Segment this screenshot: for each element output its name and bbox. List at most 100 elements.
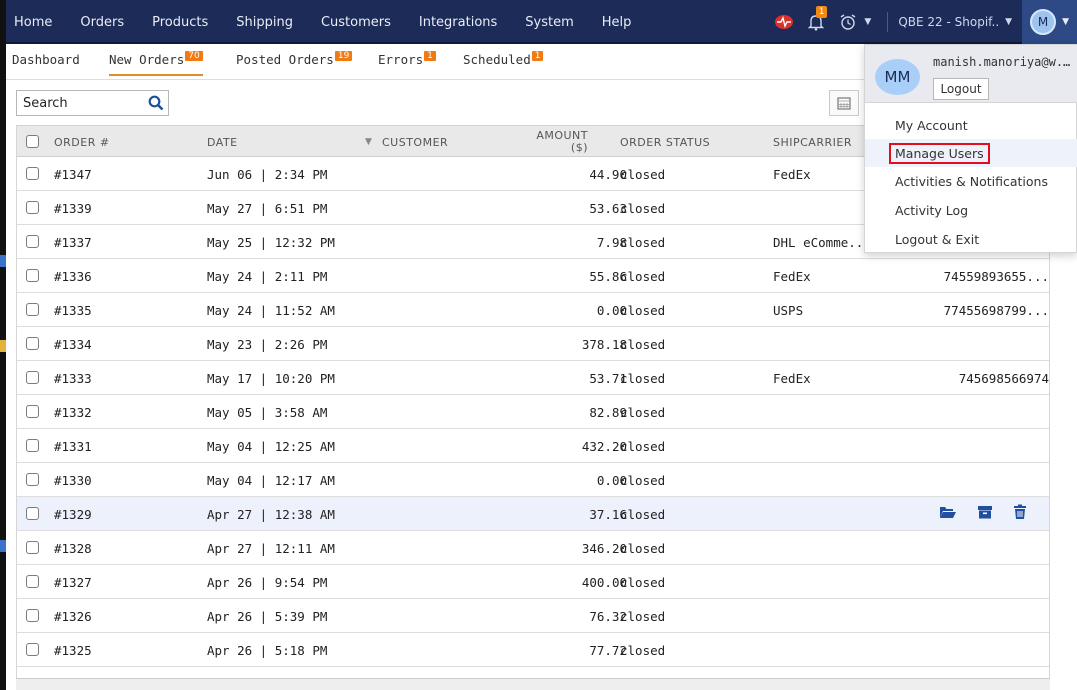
row-checkbox[interactable] bbox=[26, 303, 39, 316]
table-row[interactable]: #1334 May 23 | 2:26 PM 378.18 closed bbox=[17, 327, 1049, 361]
order-date: Jun 06 | 2:34 PM bbox=[207, 166, 328, 182]
menu-item-logout-exit[interactable]: Logout & Exit bbox=[865, 225, 1077, 253]
order-number[interactable]: #1337 bbox=[54, 225, 92, 259]
nav-customers[interactable]: Customers bbox=[307, 15, 405, 30]
order-number[interactable]: #1331 bbox=[54, 429, 92, 463]
calendar-button[interactable] bbox=[829, 90, 859, 116]
avatar: MM bbox=[875, 59, 920, 95]
row-checkbox[interactable] bbox=[26, 269, 39, 282]
row-checkbox[interactable] bbox=[26, 337, 39, 350]
table-row[interactable]: #1336 May 24 | 2:11 PM 55.86 closed FedEx 745… bbox=[17, 259, 1049, 293]
table-row[interactable]: #1328 Apr 27 | 12:11 AM 346.20 closed bbox=[17, 531, 1049, 565]
table-row[interactable]: #1327 Apr 26 | 9:54 PM 400.00 closed bbox=[17, 565, 1049, 599]
table-row[interactable]: #1335 May 24 | 11:52 AM 0.00 closed USPS 7745… bbox=[17, 293, 1049, 327]
table-row[interactable]: #1330 May 04 | 12:17 AM 0.00 closed bbox=[17, 463, 1049, 497]
menu-item-manage-users[interactable]: Manage Users bbox=[865, 139, 1077, 167]
order-status: closed bbox=[620, 438, 666, 454]
table-row[interactable]: #1326 Apr 26 | 5:39 PM 76.32 closed bbox=[17, 599, 1049, 633]
order-number[interactable]: #1328 bbox=[54, 531, 92, 565]
order-status: closed bbox=[620, 506, 666, 522]
store-selector[interactable]: QBE 22 - Shopif.. ▼ bbox=[898, 15, 1012, 29]
order-amount: 44.90 bbox=[589, 166, 627, 182]
col-customer[interactable]: CUSTOMER bbox=[382, 126, 448, 158]
col-order-status[interactable]: ORDER STATUS bbox=[620, 126, 710, 158]
tab-dashboard[interactable]: Dashboard bbox=[12, 52, 80, 76]
archive-icon[interactable] bbox=[977, 504, 993, 523]
row-checkbox[interactable] bbox=[26, 201, 39, 214]
ship-carrier: USPS bbox=[773, 302, 804, 318]
order-status: closed bbox=[620, 234, 666, 250]
order-number[interactable]: #1327 bbox=[54, 565, 92, 599]
bell-icon[interactable]: 1 bbox=[803, 6, 829, 35]
order-number[interactable]: #1339 bbox=[54, 191, 92, 225]
row-checkbox[interactable] bbox=[26, 405, 39, 418]
row-checkbox[interactable] bbox=[26, 507, 39, 520]
alarm-clock-icon[interactable] bbox=[835, 9, 861, 35]
nav-shipping[interactable]: Shipping bbox=[222, 15, 307, 30]
order-date: May 24 | 11:52 AM bbox=[207, 302, 335, 318]
tab-scheduled[interactable]: Scheduled 1 bbox=[463, 51, 544, 76]
user-info-header: MM manish.manoriya@w... Logout bbox=[865, 45, 1077, 103]
order-number[interactable]: #1330 bbox=[54, 463, 92, 497]
folder-open-icon[interactable] bbox=[939, 504, 957, 523]
tracking-number: 74559893655... bbox=[943, 268, 1049, 284]
search-icon[interactable] bbox=[148, 95, 164, 114]
tab-label: Posted Orders bbox=[236, 52, 334, 67]
row-checkbox[interactable] bbox=[26, 439, 39, 452]
tracking-number bbox=[871, 531, 1049, 565]
chevron-down-icon[interactable]: ▼ bbox=[864, 17, 871, 27]
order-date: May 23 | 2:26 PM bbox=[207, 336, 328, 352]
logout-button[interactable]: Logout bbox=[933, 78, 989, 100]
col-shipcarrier[interactable]: SHIPCARRIER bbox=[773, 126, 852, 158]
order-number[interactable]: #1326 bbox=[54, 599, 92, 633]
order-number[interactable]: #1329 bbox=[54, 497, 92, 531]
nav-products[interactable]: Products bbox=[138, 15, 222, 30]
calendar-icon bbox=[837, 97, 851, 110]
row-checkbox[interactable] bbox=[26, 473, 39, 486]
table-row[interactable]: #1333 May 17 | 10:20 PM 53.71 closed FedEx 74… bbox=[17, 361, 1049, 395]
table-row[interactable]: #1332 May 05 | 3:58 AM 82.89 closed bbox=[17, 395, 1049, 429]
order-number[interactable]: #1332 bbox=[54, 395, 92, 429]
menu-item-activity-log[interactable]: Activity Log bbox=[865, 196, 1077, 224]
count-badge: 1 bbox=[424, 51, 436, 61]
tracking-number bbox=[871, 327, 1049, 361]
row-checkbox[interactable] bbox=[26, 609, 39, 622]
order-number[interactable]: #1334 bbox=[54, 327, 92, 361]
order-number[interactable]: #1335 bbox=[54, 293, 92, 327]
row-checkbox[interactable] bbox=[26, 235, 39, 248]
tracking-number bbox=[871, 395, 1049, 429]
col-order[interactable]: ORDER # bbox=[54, 126, 110, 158]
row-checkbox[interactable] bbox=[26, 643, 39, 656]
tab-new-orders[interactable]: New Orders 70 bbox=[109, 51, 203, 76]
menu-item-activities-notifications[interactable]: Activities & Notifications bbox=[865, 167, 1077, 195]
order-number[interactable]: #1347 bbox=[54, 157, 92, 191]
nav-system[interactable]: System bbox=[511, 15, 587, 30]
tab-errors[interactable]: Errors 1 bbox=[378, 51, 436, 76]
order-number[interactable]: #1336 bbox=[54, 259, 92, 293]
order-number[interactable]: #1333 bbox=[54, 361, 92, 395]
search-input[interactable] bbox=[17, 91, 142, 115]
select-all-checkbox[interactable] bbox=[26, 135, 39, 148]
nav-help[interactable]: Help bbox=[588, 15, 646, 30]
trash-icon[interactable] bbox=[1013, 504, 1027, 523]
user-menu-toggle[interactable]: M ▼ bbox=[1022, 0, 1077, 44]
row-checkbox[interactable] bbox=[26, 541, 39, 554]
table-row[interactable]: #1329 Apr 27 | 12:38 AM 37.16 closed bbox=[17, 497, 1049, 531]
order-status: closed bbox=[620, 472, 666, 488]
order-number[interactable]: #1325 bbox=[54, 633, 92, 667]
row-checkbox[interactable] bbox=[26, 167, 39, 180]
sort-down-icon[interactable]: ▼ bbox=[365, 126, 372, 158]
nav-orders[interactable]: Orders bbox=[66, 15, 138, 30]
menu-item-my-account[interactable]: My Account bbox=[865, 111, 1077, 139]
tab-posted-orders[interactable]: Posted Orders 19 bbox=[236, 51, 353, 76]
ship-carrier: FedEx bbox=[773, 166, 811, 182]
nav-integrations[interactable]: Integrations bbox=[405, 15, 511, 30]
table-row[interactable]: #1331 May 04 | 12:25 AM 432.20 closed bbox=[17, 429, 1049, 463]
row-checkbox[interactable] bbox=[26, 371, 39, 384]
col-amount[interactable]: AMOUNT ($) bbox=[536, 126, 588, 158]
col-date[interactable]: DATE bbox=[207, 126, 238, 158]
app-logo-icon[interactable] bbox=[771, 9, 797, 35]
nav-home[interactable]: Home bbox=[6, 15, 66, 30]
table-row[interactable]: #1325 Apr 26 | 5:18 PM 77.72 closed bbox=[17, 633, 1049, 667]
row-checkbox[interactable] bbox=[26, 575, 39, 588]
